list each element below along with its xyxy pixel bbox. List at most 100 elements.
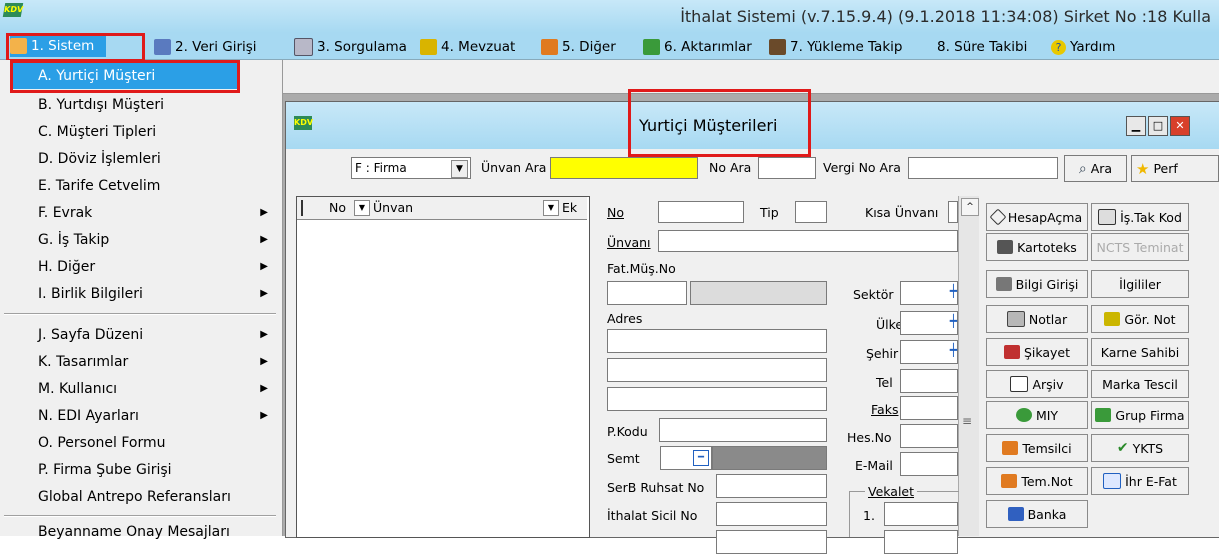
menu-item-tarife-cetvelim[interactable]: E. Tarife Cetvelim	[0, 173, 280, 199]
menu-sorgulama[interactable]: 3. Sorgulama	[294, 37, 407, 57]
app-logo-icon: KDV	[294, 116, 313, 130]
lookup-icon[interactable]: ━	[693, 450, 709, 466]
vergi-no-ara-label: Vergi No Ara	[823, 160, 901, 175]
maximize-icon[interactable]: □	[1148, 116, 1168, 136]
menu-item-kullanici[interactable]: M. Kullanıcı ▶	[0, 376, 280, 402]
kisa-unvani-field[interactable]	[948, 201, 958, 223]
adres-line3-field[interactable]	[607, 387, 827, 411]
menu-item-tasarimlar[interactable]: K. Tasarımlar ▶	[0, 349, 280, 375]
search-icon: ⌕	[1078, 160, 1087, 177]
hes-no-field[interactable]	[900, 424, 958, 448]
menu-item-diger[interactable]: H. Diğer ▶	[0, 254, 280, 280]
marka-tescil-button[interactable]: Marka Tescil	[1091, 370, 1189, 398]
menu-veri-girisi[interactable]: 2. Veri Girişi	[154, 37, 257, 57]
form-scrollbar[interactable]: ^ ≡	[958, 196, 979, 536]
sehir-field[interactable]: ┿	[900, 340, 958, 364]
submenu-arrow-icon: ▶	[260, 356, 268, 367]
menu-item-yurtdisi-musteri[interactable]: B. Yurtdışı Müşteri	[0, 92, 280, 118]
menu-item-firma-sube-girisi[interactable]: P. Firma Şube Girişi	[0, 457, 280, 483]
ilgililer-button[interactable]: İlgililer	[1091, 270, 1189, 298]
unvani-field[interactable]	[658, 230, 958, 252]
faks-field[interactable]	[900, 396, 958, 420]
menu-item-musteri-tipleri[interactable]: C. Müşteri Tipleri	[0, 119, 280, 145]
no-field[interactable]	[658, 201, 744, 223]
ykts-button[interactable]: ✔ YKTS	[1091, 434, 1189, 462]
e-mail-field[interactable]	[900, 452, 958, 476]
adres-line1-field[interactable]	[607, 329, 827, 353]
ithalat-sicil-no-field[interactable]	[716, 502, 827, 526]
menu-sure-takibi[interactable]: 8. Süre Takibi	[937, 37, 1027, 57]
no-label: No	[607, 205, 624, 220]
menu-item-sayfa-duzeni[interactable]: J. Sayfa Düzeni ▶	[0, 322, 280, 348]
ithalat-sicil-no-label: İthalat Sicil No	[607, 508, 698, 523]
list-header: No ▼ Ünvan ▼ Ek	[297, 197, 587, 220]
ulke-field[interactable]: ┿	[900, 311, 958, 335]
close-icon[interactable]: ✕	[1170, 116, 1190, 136]
menu-yardim[interactable]: ? Yardım	[1051, 37, 1115, 57]
tip-field[interactable]	[795, 201, 827, 223]
perf-button[interactable]: ★ Perf	[1131, 155, 1219, 182]
menu-item-edi-ayarlari[interactable]: N. EDI Ayarları ▶	[0, 403, 280, 429]
minimize-icon[interactable]: ▁	[1126, 116, 1146, 136]
menu-yukleme-takip[interactable]: 7. Yükleme Takip	[769, 37, 902, 57]
submenu-arrow-icon: ▶	[260, 261, 268, 272]
menu-item-global-antrepo[interactable]: Global Antrepo Referansları	[0, 484, 280, 510]
chevron-down-icon[interactable]: ▼	[451, 160, 468, 178]
chevron-down-icon[interactable]: ▼	[543, 200, 559, 216]
chevron-down-icon[interactable]: ▼	[354, 200, 370, 216]
menu-item-evrak[interactable]: F. Evrak ▶	[0, 200, 280, 226]
menu-item-beyanname-onay[interactable]: Beyanname Onay Mesajları	[0, 519, 280, 545]
vekalet-2-field[interactable]	[884, 530, 958, 554]
ihr-e-fat-button[interactable]: İhr E-Fat	[1091, 467, 1189, 495]
menu-item-birlik-bilgileri[interactable]: I. Birlik Bilgileri ▶	[0, 281, 280, 307]
highlight-box-window-title	[628, 89, 811, 157]
is-tak-kod-button[interactable]: İş.Tak Kod	[1091, 203, 1189, 231]
hesap-acma-button[interactable]: HesapAçma	[986, 203, 1088, 231]
type-select[interactable]: F : Firma ▼	[351, 157, 471, 179]
vergi-no-search-input[interactable]	[908, 157, 1058, 179]
menu-item-is-takip[interactable]: G. İş Takip ▶	[0, 227, 280, 253]
ara-button[interactable]: ⌕ Ara	[1064, 155, 1127, 182]
lookup-icon[interactable]: ┿	[950, 284, 957, 298]
fat-mus-no-field[interactable]	[607, 281, 687, 305]
lookup-icon[interactable]: ┿	[950, 314, 957, 328]
temsilci-button[interactable]: Temsilci	[986, 434, 1088, 462]
menu-aktarimlar[interactable]: 6. Aktarımlar	[643, 37, 752, 57]
adres-line2-field[interactable]	[607, 358, 827, 382]
menu-item-doviz-islemleri[interactable]: D. Döviz İşlemleri	[0, 146, 280, 172]
tel-field[interactable]	[900, 369, 958, 393]
unvan-search-input[interactable]	[550, 157, 698, 179]
bilgi-girisi-button[interactable]: Bilgi Girişi	[986, 270, 1088, 298]
menu-diger[interactable]: 5. Diğer	[541, 37, 616, 57]
p-kodu-field[interactable]	[659, 418, 827, 442]
vekalet-1-field[interactable]	[884, 502, 958, 526]
complaint-icon	[1003, 345, 1020, 359]
serb-ruhsat-no-field[interactable]	[716, 474, 827, 498]
kartoteks-button[interactable]: Kartoteks	[986, 233, 1088, 261]
column-ek[interactable]: Ek	[562, 200, 577, 215]
menu-separator	[4, 515, 276, 517]
sektor-field[interactable]: ┿	[900, 281, 958, 305]
column-no[interactable]: No	[329, 200, 346, 215]
arsiv-button[interactable]: Arşiv	[986, 370, 1088, 398]
miy-button[interactable]: MIY	[986, 401, 1088, 429]
tem-not-button[interactable]: Tem.Not	[986, 467, 1088, 495]
chevron-up-icon[interactable]: ^	[961, 198, 979, 216]
lookup-icon[interactable]: ┿	[950, 343, 957, 357]
semt-field[interactable]: ━	[660, 446, 712, 470]
column-unvan[interactable]: Ünvan	[373, 200, 413, 215]
gor-not-button[interactable]: Gör. Not	[1091, 305, 1189, 333]
menu-mevzuat[interactable]: 4. Mevzuat	[420, 37, 515, 57]
app-logo-icon: KDV	[2, 3, 24, 17]
customer-list[interactable]: No ▼ Ünvan ▼ Ek	[296, 196, 590, 538]
no-search-input[interactable]	[758, 157, 816, 179]
notlar-button[interactable]: Notlar	[986, 305, 1088, 333]
scroll-grip-icon[interactable]: ≡	[962, 414, 972, 428]
highlight-box-sistem	[6, 33, 145, 62]
banka-button[interactable]: Banka	[986, 500, 1088, 528]
karne-sahibi-button[interactable]: Karne Sahibi	[1091, 338, 1189, 366]
menu-item-personel-formu[interactable]: O. Personel Formu	[0, 430, 280, 456]
sikayet-button[interactable]: Şikayet	[986, 338, 1088, 366]
grup-firma-button[interactable]: Grup Firma	[1091, 401, 1189, 429]
extra-field[interactable]	[716, 530, 827, 554]
